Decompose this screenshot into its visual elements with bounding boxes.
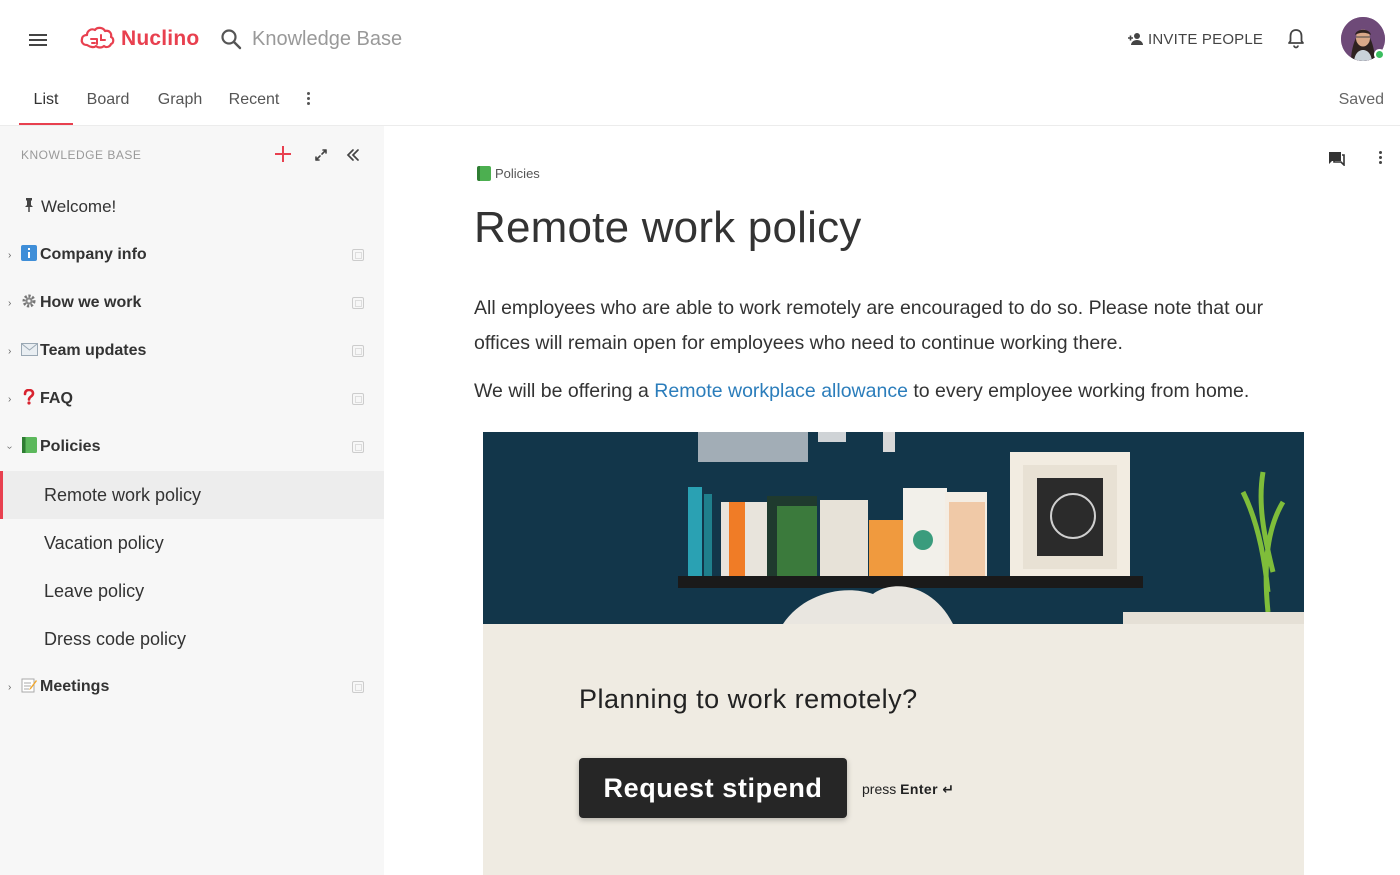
stipend-form: Planning to work remotely? Request stipe… <box>483 624 1304 875</box>
question-icon <box>20 388 38 409</box>
sidebar-item-label: Policies <box>40 438 101 455</box>
chevron-right-icon[interactable]: › <box>8 682 11 693</box>
invite-people-button[interactable]: INVITE PEOPLE <box>1127 28 1263 50</box>
press-prefix: press <box>862 781 901 797</box>
chevron-right-icon[interactable]: › <box>8 394 11 405</box>
sidebar-item-welcome[interactable]: Welcome! <box>0 183 384 231</box>
sidebar-item-remote-work-policy[interactable]: Remote work policy <box>0 471 384 519</box>
page-title[interactable]: Remote work policy <box>474 203 862 253</box>
sidebar-title: KNOWLEDGE BASE <box>21 148 142 162</box>
menu-icon[interactable] <box>29 34 47 46</box>
sidebar-item-meetings[interactable]: › Meetings <box>0 663 384 711</box>
shelf-photo-icon <box>483 432 1304 624</box>
sidebar-item-label: Meetings <box>40 678 110 695</box>
expand-icon[interactable] <box>314 148 328 167</box>
enter-key: Enter ↵ <box>900 781 955 797</box>
form-question: Planning to work remotely? <box>579 684 918 714</box>
sidebar-item-label: Welcome! <box>41 197 117 216</box>
press-enter-hint: press Enter ↵ <box>862 781 954 798</box>
sidebar-item-dress-code-policy[interactable]: Dress code policy <box>0 615 384 663</box>
top-bar: Nuclino INVITE PEOPLE <box>0 0 1400 78</box>
sidebar-item-label: Vacation policy <box>44 532 164 553</box>
envelope-icon <box>20 342 38 360</box>
sidebar: KNOWLEDGE BASE Welcome! › Company info ›… <box>0 126 384 875</box>
sidebar-item-policies[interactable]: › Policies <box>0 423 384 471</box>
tab-graph[interactable]: Graph <box>151 78 209 125</box>
tabs-more-icon[interactable] <box>302 92 314 110</box>
brain-logo-icon <box>80 26 115 49</box>
sidebar-item-faq[interactable]: › FAQ <box>0 375 384 423</box>
chevron-down-icon[interactable]: › <box>4 445 15 448</box>
green-book-icon <box>477 166 491 181</box>
paragraph-2[interactable]: We will be offering a Remote workplace a… <box>474 374 1314 409</box>
paragraph-text: We will be offering a <box>474 380 655 402</box>
gear-icon <box>20 293 38 313</box>
embedded-form: Planning to work remotely? Request stipe… <box>483 432 1304 875</box>
comment-icon <box>1329 152 1345 167</box>
request-stipend-button[interactable]: Request stipend <box>579 758 847 818</box>
info-icon <box>20 245 38 265</box>
sidebar-item-how-we-work[interactable]: › How we work <box>0 279 384 327</box>
sidebar-item-label: Dress code policy <box>44 628 187 649</box>
paragraph-text: to every employee working from home. <box>907 380 1250 402</box>
notifications-button[interactable] <box>1286 28 1306 55</box>
chevron-right-icon[interactable]: › <box>8 298 11 309</box>
sidebar-item-label: FAQ <box>40 390 73 407</box>
tab-board[interactable]: Board <box>80 78 136 125</box>
comment-button[interactable] <box>1328 151 1345 171</box>
sidebar-item-label: Team updates <box>40 342 147 359</box>
chevron-right-icon[interactable]: › <box>8 346 11 357</box>
logo[interactable]: Nuclino <box>79 24 199 54</box>
remote-workplace-allowance-link[interactable]: Remote workplace allowance <box>654 380 908 402</box>
invite-label: INVITE PEOPLE <box>1148 30 1264 48</box>
sidebar-item-company-info[interactable]: › Company info <box>0 231 384 279</box>
copy-icon[interactable] <box>352 681 364 693</box>
view-tabs: List Board Graph Recent Saved <box>0 78 1400 126</box>
copy-icon[interactable] <box>352 345 364 357</box>
breadcrumb[interactable]: Policies <box>477 166 540 181</box>
memo-icon <box>20 677 38 697</box>
sidebar-item-leave-policy[interactable]: Leave policy <box>0 567 384 615</box>
office-shelf-image <box>483 432 1304 624</box>
breadcrumb-label: Policies <box>495 166 540 181</box>
green-book-icon <box>20 437 38 457</box>
collapse-sidebar-icon[interactable] <box>345 148 361 167</box>
sidebar-item-label: How we work <box>40 294 142 311</box>
tab-recent[interactable]: Recent <box>224 78 284 125</box>
sidebar-item-team-updates[interactable]: › Team updates <box>0 327 384 375</box>
copy-icon[interactable] <box>352 297 364 309</box>
paragraph-1[interactable]: All employees who are able to work remot… <box>474 291 1314 361</box>
copy-icon[interactable] <box>352 393 364 405</box>
more-options-icon[interactable] <box>1376 151 1384 167</box>
online-status-indicator <box>1374 49 1385 60</box>
search-icon <box>221 29 242 50</box>
add-person-icon <box>1128 33 1143 45</box>
sidebar-item-label: Leave policy <box>44 580 145 601</box>
app-name: Nuclino <box>121 27 200 50</box>
sidebar-item-label: Company info <box>40 246 147 263</box>
tab-list[interactable]: List <box>19 78 73 125</box>
pin-icon <box>20 197 38 217</box>
sidebar-item-vacation-policy[interactable]: Vacation policy <box>0 519 384 567</box>
copy-icon[interactable] <box>352 249 364 261</box>
add-item-icon[interactable] <box>273 144 293 164</box>
bell-icon <box>1288 29 1304 49</box>
search-bar[interactable] <box>220 24 620 54</box>
save-status: Saved <box>1338 91 1384 108</box>
search-input[interactable] <box>252 27 552 51</box>
copy-icon[interactable] <box>352 441 364 453</box>
chevron-right-icon[interactable]: › <box>8 250 11 261</box>
sidebar-item-label: Remote work policy <box>44 484 202 505</box>
